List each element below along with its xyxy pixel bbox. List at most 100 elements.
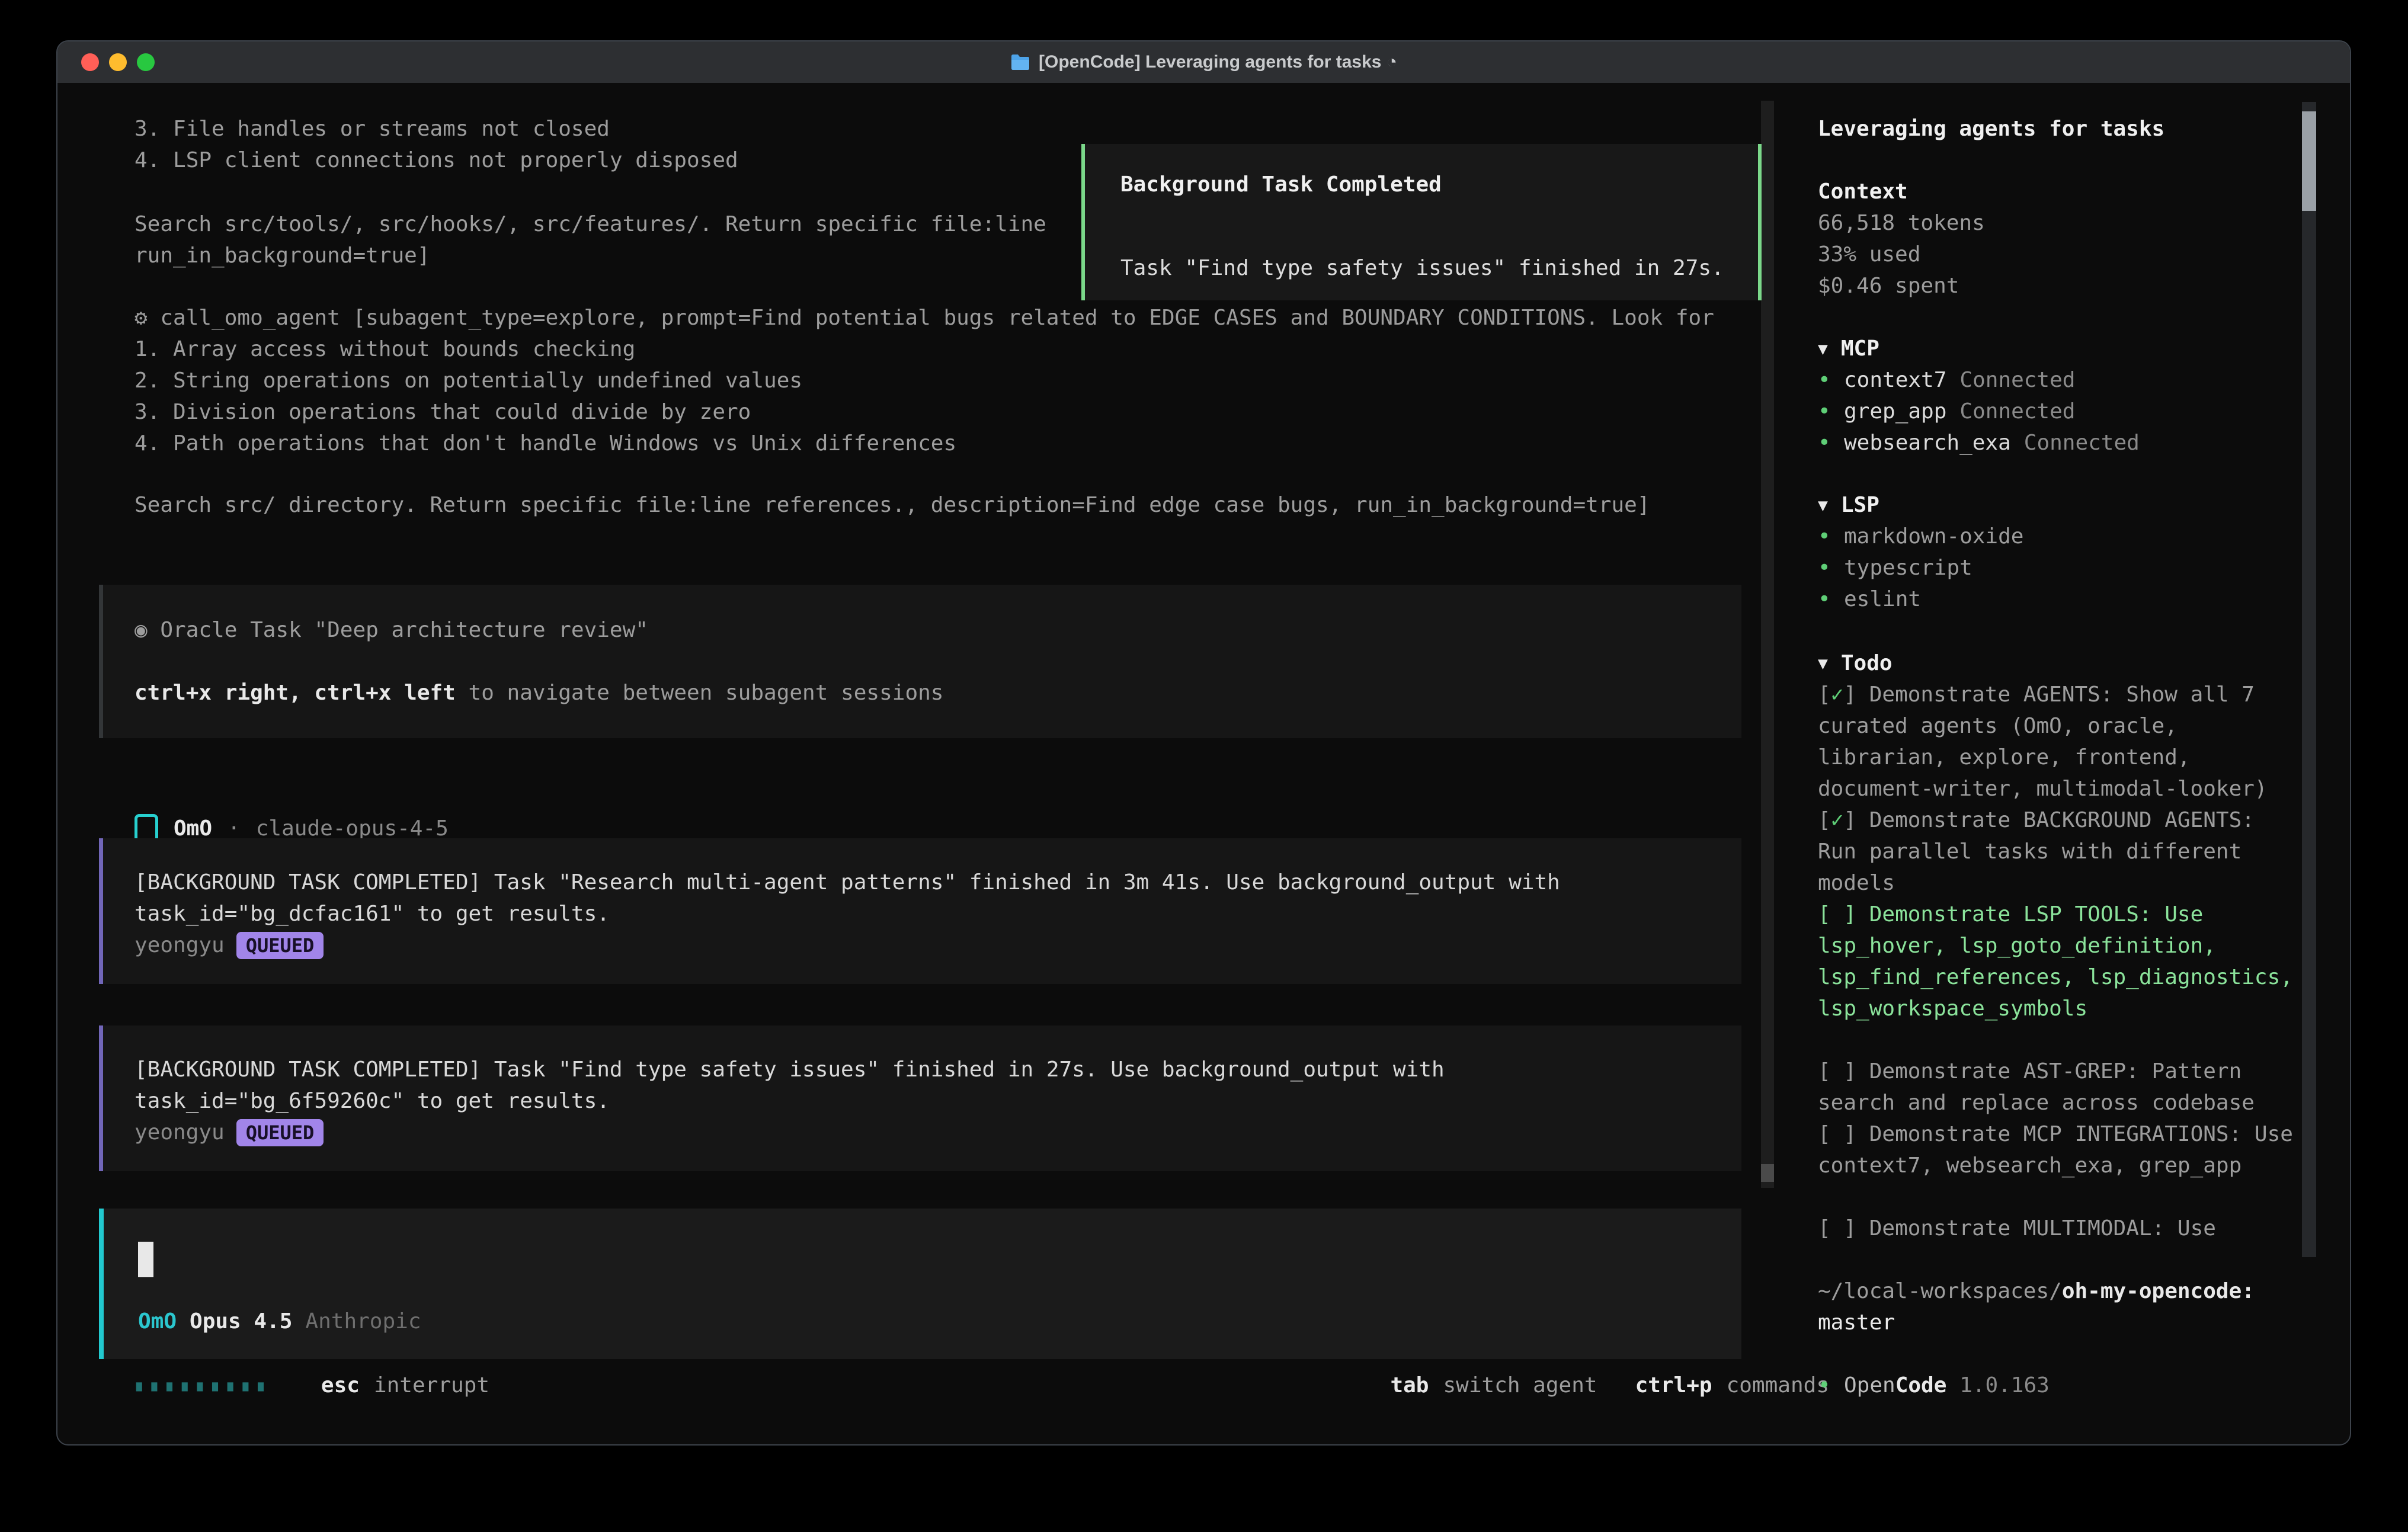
checkbox-empty-icon <box>1831 1213 1844 1244</box>
status-dot-icon: • <box>1818 552 1831 584</box>
tab-key-label: switch agent <box>1443 1373 1597 1398</box>
lsp-item: • markdown-oxide <box>1818 521 2301 552</box>
lsp-item-name: markdown-oxide <box>1844 521 2023 552</box>
checkbox-empty-icon <box>1831 1056 1844 1087</box>
mcp-item-name: grep_app <box>1844 399 1946 424</box>
lsp-header-label: LSP <box>1841 489 1879 521</box>
workspace-repo: oh-my-opencode: <box>2062 1279 2255 1303</box>
context-header: Context <box>1818 176 2301 207</box>
close-window-button[interactable] <box>81 53 99 71</box>
oracle-hint-rest: to navigate between subagent sessions <box>456 681 944 705</box>
todo-item-ast-grep: [ ] Demonstrate AST-GREP: Pattern search… <box>1818 1056 2301 1118</box>
app-name-bold: Code <box>1895 1373 1947 1398</box>
traffic-lights <box>81 53 155 71</box>
tab-key-hint: tab <box>1390 1373 1429 1398</box>
oracle-hint-keys: ctrl+x right, ctrl+x left <box>135 681 456 705</box>
mcp-item-status: Connected <box>2024 431 2140 455</box>
background-task-card-1: [BACKGROUND TASK COMPLETED] Task "Resear… <box>99 838 1741 984</box>
chat-tool-call-tail: Search src/ directory. Return specific f… <box>135 489 1788 521</box>
mcp-header-label: MCP <box>1841 333 1879 364</box>
lsp-section: ▼ LSP • markdown-oxide • typescript • es… <box>1818 489 2301 615</box>
oracle-task-hint: ctrl+x right, ctrl+x left to navigate be… <box>135 677 1741 709</box>
lsp-item: • eslint <box>1818 584 2301 615</box>
prompt-input[interactable]: OmO Opus 4.5 Anthropic <box>99 1209 1741 1359</box>
status-dot-icon: • <box>1818 396 1831 427</box>
lsp-item-name: eslint <box>1844 584 1921 615</box>
task1-user: yeongyu <box>135 930 225 961</box>
workspace-branch: master <box>1818 1310 1895 1335</box>
oracle-task-title: ◉ Oracle Task "Deep architecture review" <box>135 614 1741 646</box>
task2-message: [BACKGROUND TASK COMPLETED] Task "Find t… <box>135 1054 1741 1117</box>
working-spinner-dots: ▪▪▪▪▪▪▪▪▪ <box>135 1372 271 1399</box>
todo-item-background-agents: [✓] Demonstrate BACKGROUND AGENTS: Run p… <box>1818 805 2301 899</box>
esc-key-hint: esc <box>321 1373 360 1398</box>
context-used: 33% used <box>1818 239 2301 270</box>
mcp-section: ▼ MCP • context7 Connected • grep_app Conn… <box>1818 333 2301 459</box>
lsp-item-name: typescript <box>1844 552 1972 584</box>
task1-queued-badge: QUEUED <box>236 932 324 959</box>
input-model-name[interactable]: Opus 4.5 <box>190 1306 292 1337</box>
workspace-path: ~/local-workspaces/oh-my-opencode: maste… <box>1818 1275 2301 1338</box>
mcp-item-name: context7 <box>1844 368 1946 392</box>
ctrlp-key-label: commands <box>1727 1373 1829 1398</box>
todo-section: ▼ Todo [✓] Demonstrate AGENTS: Show all … <box>1818 648 2301 1244</box>
collapse-triangle-icon: ▼ <box>1818 648 1828 679</box>
collapse-triangle-icon: ▼ <box>1818 333 1828 364</box>
task2-user: yeongyu <box>135 1117 225 1148</box>
folder-icon <box>1010 54 1030 70</box>
text-cursor <box>138 1242 153 1277</box>
todo-section-header[interactable]: ▼ Todo <box>1818 648 2301 679</box>
zoom-window-button[interactable] <box>137 53 155 71</box>
todo-item-lsp-tools: [ ] Demonstrate LSP TOOLS: Use lsp_hover… <box>1818 899 2301 1024</box>
mcp-item: • websearch_exaConnected <box>1818 427 2301 459</box>
notification-body: Task "Find type safety issues" finished … <box>1120 252 1758 284</box>
session-title: Leveraging agents for tasks <box>1818 113 2301 145</box>
lsp-item: • typescript <box>1818 552 2301 584</box>
todo-header-label: Todo <box>1841 648 1893 679</box>
workspace-prefix: ~/local-workspaces/ <box>1818 1279 2062 1303</box>
chat-tool-call-omo-agent: ⚙ call_omo_agent [subagent_type=explore,… <box>135 302 1788 459</box>
chat-scrollbar-track[interactable] <box>1761 101 1774 1188</box>
checkmark-icon: ✓ <box>1831 805 1844 836</box>
checkmark-icon: ✓ <box>1831 679 1844 710</box>
app-name-normal: Open <box>1844 1373 1895 1398</box>
opencode-terminal-window: [OpenCode] Leveraging agents for tasks ◔… <box>56 40 2351 1446</box>
input-provider-name: Anthropic <box>305 1306 421 1337</box>
background-task-card-2: [BACKGROUND TASK COMPLETED] Task "Find t… <box>99 1025 1741 1171</box>
input-agent-name: OmO <box>138 1306 177 1337</box>
chat-scrollbar-thumb[interactable] <box>1761 1164 1774 1182</box>
mcp-item-status: Connected <box>1959 368 2075 392</box>
sidebar-scrollbar-track[interactable] <box>2302 102 2316 1257</box>
status-dot-icon: • <box>1818 584 1831 615</box>
status-bar: ▪▪▪▪▪▪▪▪▪ esc interrupt tab switch agent… <box>135 1370 1829 1401</box>
collapse-triangle-icon: ▼ <box>1818 489 1828 521</box>
checkbox-empty-icon <box>1831 1118 1844 1150</box>
mcp-item-name: websearch_exa <box>1844 431 2011 455</box>
esc-key-label: interrupt <box>374 1373 489 1398</box>
notification-title: Background Task Completed <box>1120 169 1758 200</box>
task2-queued-badge: QUEUED <box>236 1119 324 1146</box>
mcp-item: • grep_app Connected <box>1818 396 2301 427</box>
context-section: Context 66,518 tokens 33% used $0.46 spe… <box>1818 176 2301 302</box>
sidebar-scrollbar-thumb[interactable] <box>2302 111 2316 211</box>
task1-message: [BACKGROUND TASK COMPLETED] Task "Resear… <box>135 867 1741 930</box>
mcp-section-header[interactable]: ▼ MCP <box>1818 333 2301 364</box>
todo-item-mcp-integrations: [ ] Demonstrate MCP INTEGRATIONS: Use co… <box>1818 1118 2301 1181</box>
ctrlp-key-hint: ctrl+p <box>1635 1373 1712 1398</box>
window-titlebar[interactable]: [OpenCode] Leveraging agents for tasks ◔ <box>57 41 2350 83</box>
status-dot-icon: • <box>1818 521 1831 552</box>
window-title: [OpenCode] Leveraging agents for tasks ◔ <box>1039 52 1397 72</box>
status-dot-icon: • <box>1818 1370 1831 1401</box>
app-version: 1.0.163 <box>1959 1373 2050 1398</box>
app-version-row: • OpenCode 1.0.163 <box>1818 1370 2301 1401</box>
checkbox-empty-icon <box>1831 899 1844 930</box>
context-tokens: 66,518 tokens <box>1818 207 2301 239</box>
mcp-item: • context7 Connected <box>1818 364 2301 396</box>
background-task-notification[interactable]: Background Task Completed Task "Find typ… <box>1081 144 1762 300</box>
todo-item-multimodal: [ ] Demonstrate MULTIMODAL: Use <box>1818 1213 2301 1244</box>
todo-item-agents: [✓] Demonstrate AGENTS: Show all 7 curat… <box>1818 679 2301 805</box>
lsp-section-header[interactable]: ▼ LSP <box>1818 489 2301 521</box>
status-dot-icon: • <box>1818 364 1831 396</box>
mcp-item-status: Connected <box>1959 399 2075 424</box>
minimize-window-button[interactable] <box>109 53 127 71</box>
